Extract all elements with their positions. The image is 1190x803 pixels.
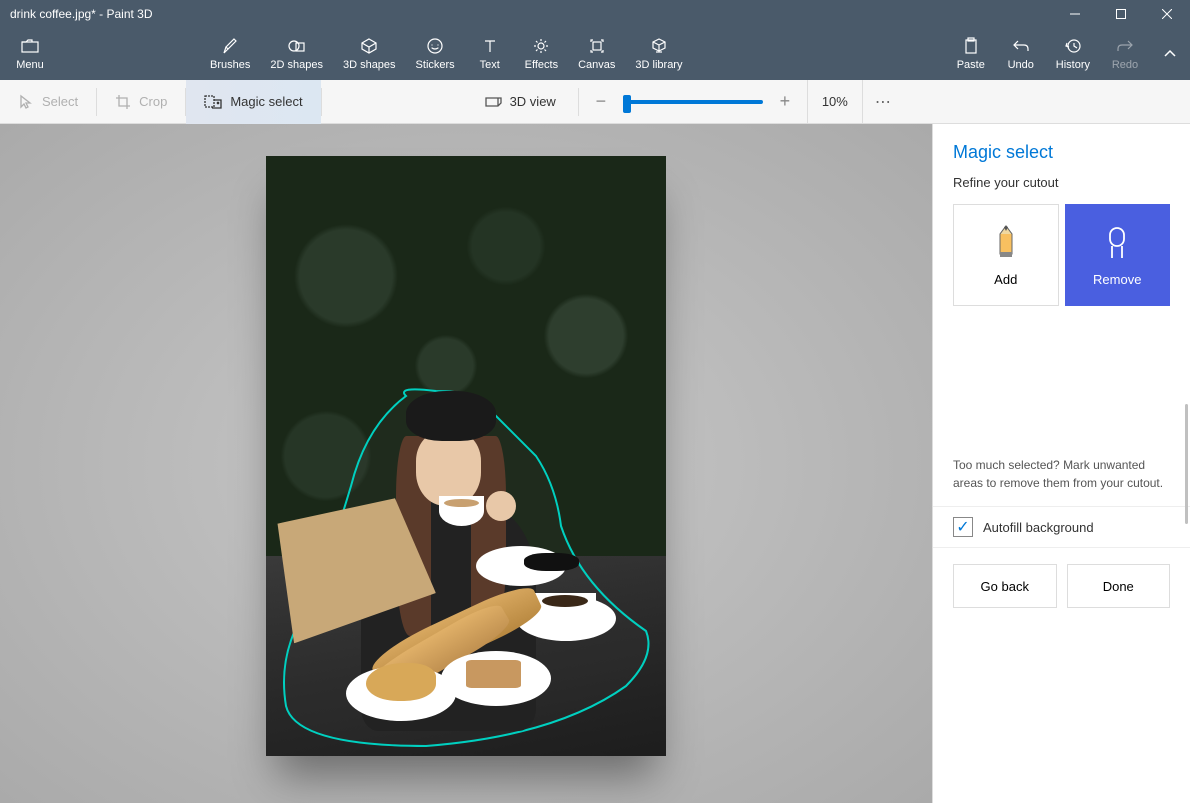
history-label: History: [1056, 59, 1090, 71]
minimize-button[interactable]: [1052, 0, 1098, 28]
canvas-image[interactable]: [266, 156, 666, 756]
paste-button[interactable]: Paste: [946, 28, 996, 80]
stickers-button[interactable]: Stickers: [406, 28, 465, 80]
text-label: Text: [480, 59, 500, 71]
canvas-label: Canvas: [578, 59, 615, 71]
redo-icon: [1116, 37, 1134, 55]
image-croissant: [366, 663, 436, 701]
history-button[interactable]: History: [1046, 28, 1100, 80]
3d-library-button[interactable]: 3D library: [625, 28, 692, 80]
main-area: Magic select Refine your cutout Add Remo…: [0, 124, 1190, 803]
go-back-label: Go back: [981, 579, 1029, 594]
title-bar: drink coffee.jpg* - Paint 3D: [0, 0, 1190, 28]
close-button[interactable]: [1144, 0, 1190, 28]
zoom-control: − +: [579, 91, 807, 112]
zoom-percent[interactable]: 10%: [807, 80, 863, 124]
3d-view-label: 3D view: [510, 94, 556, 109]
go-back-button[interactable]: Go back: [953, 564, 1057, 608]
magic-select-tool[interactable]: Magic select: [186, 80, 320, 124]
crop-label: Crop: [139, 94, 167, 109]
3d-shapes-button[interactable]: 3D shapes: [333, 28, 406, 80]
ribbon: Menu Brushes 2D shapes 3D shapes Sticker…: [0, 28, 1190, 80]
effects-button[interactable]: Effects: [515, 28, 568, 80]
magic-select-icon: [204, 94, 222, 110]
3d-view-button[interactable]: 3D view: [462, 80, 578, 124]
image-sunglasses: [524, 553, 579, 571]
magic-select-label: Magic select: [230, 94, 302, 109]
zoom-out-button[interactable]: −: [589, 91, 613, 112]
collapse-panel-button[interactable]: [1150, 49, 1190, 59]
add-button[interactable]: Add: [953, 204, 1059, 306]
stickers-label: Stickers: [416, 59, 455, 71]
paste-label: Paste: [957, 59, 985, 71]
effects-icon: [532, 37, 550, 55]
sidebar-hint: Too much selected? Mark unwanted areas t…: [933, 306, 1190, 506]
3d-view-icon: [484, 95, 502, 109]
3d-shapes-icon: [360, 37, 378, 55]
zoom-in-button[interactable]: +: [773, 91, 797, 112]
menu-button[interactable]: Menu: [0, 28, 60, 80]
sidebar-panel: Magic select Refine your cutout Add Remo…: [932, 124, 1190, 803]
refine-buttons: Add Remove: [933, 204, 1190, 306]
brushes-label: Brushes: [210, 59, 250, 71]
2d-shapes-label: 2D shapes: [270, 59, 323, 71]
remove-button[interactable]: Remove: [1065, 204, 1171, 306]
folder-icon: [21, 37, 39, 55]
crop-tool: Crop: [97, 80, 185, 124]
3d-library-label: 3D library: [635, 59, 682, 71]
autofill-checkbox[interactable]: ✓: [953, 517, 973, 537]
undo-label: Undo: [1008, 59, 1034, 71]
brush-icon: [222, 37, 238, 55]
sidebar-title: Magic select: [933, 124, 1190, 171]
2d-shapes-button[interactable]: 2D shapes: [260, 28, 333, 80]
text-button[interactable]: Text: [465, 28, 515, 80]
pencil-icon: [992, 224, 1020, 262]
refine-label: Refine your cutout: [933, 171, 1190, 204]
add-label: Add: [994, 272, 1017, 287]
3d-shapes-label: 3D shapes: [343, 59, 396, 71]
done-button[interactable]: Done: [1067, 564, 1171, 608]
eraser-icon: [1103, 224, 1131, 262]
maximize-button[interactable]: [1098, 0, 1144, 28]
canvas-icon: [588, 37, 606, 55]
image-cake: [466, 660, 521, 688]
3d-library-icon: [650, 37, 668, 55]
zoom-thumb[interactable]: [623, 95, 631, 113]
action-row: Go back Done: [933, 548, 1190, 624]
remove-label: Remove: [1093, 272, 1141, 287]
2d-shapes-icon: [288, 37, 306, 55]
image-coffee-cup: [534, 593, 596, 628]
more-button[interactable]: ⋯: [863, 80, 905, 124]
zoom-slider[interactable]: [623, 100, 763, 104]
autofill-row[interactable]: ✓ Autofill background: [933, 506, 1190, 548]
text-icon: [482, 37, 498, 55]
window-controls: [1052, 0, 1190, 28]
window-title: drink coffee.jpg* - Paint 3D: [10, 7, 1052, 21]
paste-icon: [963, 37, 979, 55]
select-tool: Select: [0, 80, 96, 124]
undo-icon: [1012, 37, 1030, 55]
chevron-up-icon: [1163, 49, 1177, 59]
redo-label: Redo: [1112, 59, 1138, 71]
cursor-icon: [18, 94, 34, 110]
canvas-button[interactable]: Canvas: [568, 28, 625, 80]
brushes-button[interactable]: Brushes: [200, 28, 260, 80]
crop-icon: [115, 94, 131, 110]
autofill-label: Autofill background: [983, 520, 1094, 535]
redo-button: Redo: [1100, 28, 1150, 80]
history-icon: [1064, 37, 1082, 55]
undo-button[interactable]: Undo: [996, 28, 1046, 80]
stickers-icon: [426, 37, 444, 55]
canvas-viewport[interactable]: [0, 124, 932, 803]
done-label: Done: [1103, 579, 1134, 594]
scrollbar[interactable]: [1185, 404, 1188, 524]
menu-label: Menu: [16, 59, 44, 71]
toolbar: Select Crop Magic select 3D view − + 10%…: [0, 80, 1190, 124]
select-label: Select: [42, 94, 78, 109]
effects-label: Effects: [525, 59, 558, 71]
